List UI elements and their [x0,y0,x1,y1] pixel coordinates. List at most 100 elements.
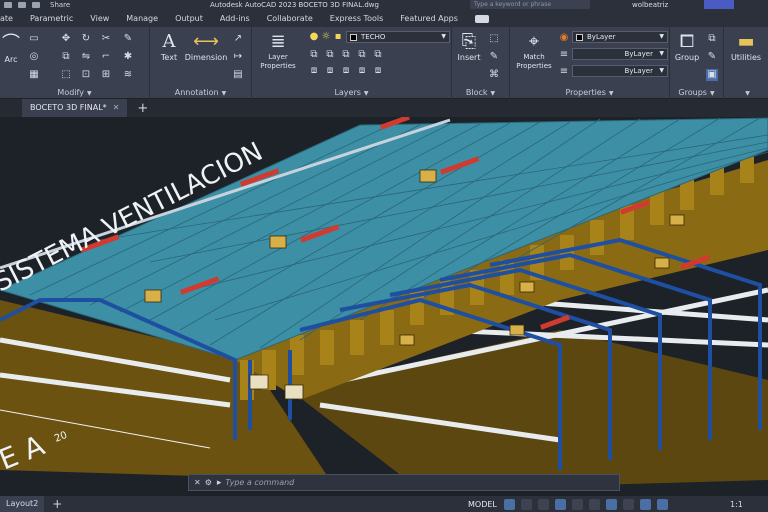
table-icon[interactable]: ▤ [232,69,244,81]
fillet-icon[interactable]: ⌐ [100,51,112,63]
tab-add-ins[interactable]: Add-ins [212,14,259,23]
create-block-icon[interactable]: ⬚ [488,33,500,45]
layout-tab[interactable]: Layout2 [0,496,45,512]
command-input[interactable]: Type a command [225,478,294,487]
tab-express-tools[interactable]: Express Tools [322,14,393,23]
rotate-icon[interactable]: ↻ [80,33,92,45]
close-icon[interactable]: ✕ [113,103,120,112]
layers-panel-title[interactable]: Layers ▼ [252,88,451,97]
dimension-button[interactable]: ⟷ Dimension [184,31,228,62]
app-title: Autodesk AutoCAD 2023 BOCETO 3D FINAL.dw… [210,1,379,9]
sun-icon[interactable]: ☼ [320,31,332,43]
utilities-button[interactable]: ▬ Utilities [724,31,768,62]
layer-tool-icon[interactable]: ⧈ [308,65,320,77]
drawing-viewport[interactable]: SISTEMA VENTILACION E A 20 [0,117,768,495]
properties-panel-title[interactable]: Properties ▼ [510,88,669,97]
grid-icon[interactable]: ▦ [28,69,40,81]
layer-properties-label: Layer Properties [260,53,296,70]
rectangle-icon[interactable]: ▭ [28,33,40,45]
tab-overflow-icon[interactable] [474,14,489,23]
doc-tab-boceto[interactable]: BOCETO 3D FINAL* ✕ [22,99,128,117]
array-icon[interactable]: ⊞ [100,69,112,81]
polar-toggle-icon[interactable] [572,498,583,510]
leader-icon[interactable]: ↗ [232,33,244,45]
dimension-icon: ⟷ [193,31,219,52]
lineweight-dropdown[interactable]: ByLayer ▼ [572,65,668,77]
tab-parametric[interactable]: Parametric [22,14,82,23]
hatch-icon[interactable]: ◎ [28,51,40,63]
infer-toggle-icon[interactable] [538,498,549,510]
edit-block-icon[interactable]: ✎ [488,51,500,63]
osnap-toggle-icon[interactable] [606,498,617,510]
new-tab-icon[interactable]: + [137,101,148,116]
offset-icon[interactable]: ≋ [122,69,134,81]
layer-tool-icon[interactable]: ⧈ [324,65,336,77]
move-icon[interactable]: ✥ [60,33,72,45]
tab-manage[interactable]: Manage [118,14,167,23]
autoscale-icon[interactable] [657,498,668,510]
help-search-input[interactable]: Type a keyword or phrase [470,0,590,9]
group-button[interactable]: ⧠ Group [672,31,702,62]
layer-tool-icon[interactable]: ⧈ [372,65,384,77]
groups-panel-title[interactable]: Groups ▼ [670,88,723,97]
lineweight-toggle-icon[interactable] [623,498,634,510]
chevron-down-icon: ▼ [221,90,227,97]
layer-tool-icon[interactable]: ⧉ [324,49,336,61]
model-space-button[interactable]: MODEL [468,500,497,509]
wrench-icon[interactable]: ⚙ [205,478,212,487]
layer-tool-icon[interactable]: ⧉ [340,49,352,61]
layer-tool-icon[interactable]: ⧉ [372,49,384,61]
tab-output[interactable]: Output [167,14,212,23]
share-button[interactable]: Share [50,1,70,9]
snap-toggle-icon[interactable] [521,498,532,510]
group-edit-icon[interactable]: ✎ [706,51,718,63]
match-properties-button[interactable]: ⌖ Match Properties [512,31,556,71]
add-layout-icon[interactable]: + [52,497,62,511]
layer-tool-icon[interactable]: ⧉ [308,49,320,61]
color-dropdown[interactable]: ByLayer ▼ [572,31,668,43]
lock-icon[interactable]: ▪ [332,31,344,43]
panel-properties: ⌖ Match Properties ◉ ByLayer ▼ ≡ ByLayer… [510,27,670,99]
linear-dim-icon[interactable]: ↦ [232,51,244,63]
bulb-icon[interactable]: ● [308,31,320,43]
tab-ate[interactable]: ate [0,14,22,23]
close-icon[interactable]: ✕ [194,478,201,487]
attribute-icon[interactable]: ⌘ [488,69,500,81]
text-button[interactable]: A Text [156,31,182,62]
erase-icon[interactable]: ✎ [122,33,134,45]
copy-icon[interactable]: ⧉ [60,51,72,63]
annotation-scale[interactable]: 1:1 [730,500,743,509]
annotation-visibility-icon[interactable] [640,498,651,510]
tab-featured-apps[interactable]: Featured Apps [392,14,467,23]
grid-toggle-icon[interactable] [504,498,515,510]
redo-icon[interactable] [32,2,40,8]
layer-tool-icon[interactable]: ⧈ [356,65,368,77]
explode-icon[interactable]: ✱ [122,51,134,63]
layer-dropdown[interactable]: TECHO ▼ [346,31,450,43]
layer-tool-icon[interactable]: ⧈ [340,65,352,77]
undo-icon[interactable] [18,2,26,8]
user-account[interactable]: wolbeatriz [632,1,668,9]
window-control-button[interactable] [704,0,734,9]
insert-button[interactable]: ⎘ Insert [454,31,484,62]
mirror-icon[interactable]: ⇋ [80,51,92,63]
annotation-panel-title[interactable]: Annotation ▼ [150,88,251,97]
tab-view[interactable]: View [82,14,118,23]
trim-icon[interactable]: ✂ [100,33,112,45]
tab-collaborate[interactable]: Collaborate [259,14,322,23]
doc-tab-label: BOCETO 3D FINAL* [30,103,107,112]
group-select-icon[interactable]: ▣ [706,69,718,81]
layer-properties-button[interactable]: ≣ Layer Properties [256,31,300,71]
stretch-icon[interactable]: ⬚ [60,69,72,81]
modify-panel-title[interactable]: Modify ▼ [0,88,149,97]
save-icon[interactable] [4,2,12,8]
linetype-dropdown[interactable]: ByLayer ▼ [572,48,668,60]
utilities-panel-title[interactable]: ▼ [724,88,768,97]
layer-tool-icon[interactable]: ⧉ [356,49,368,61]
block-panel-title[interactable]: Block ▼ [452,88,509,97]
ortho-toggle-icon[interactable] [555,498,566,510]
arc-button[interactable]: ⌒ Arc [0,33,22,64]
ungroup-icon[interactable]: ⧉ [706,33,718,45]
isodraft-toggle-icon[interactable] [589,498,600,510]
scale-icon[interactable]: ⊡ [80,69,92,81]
